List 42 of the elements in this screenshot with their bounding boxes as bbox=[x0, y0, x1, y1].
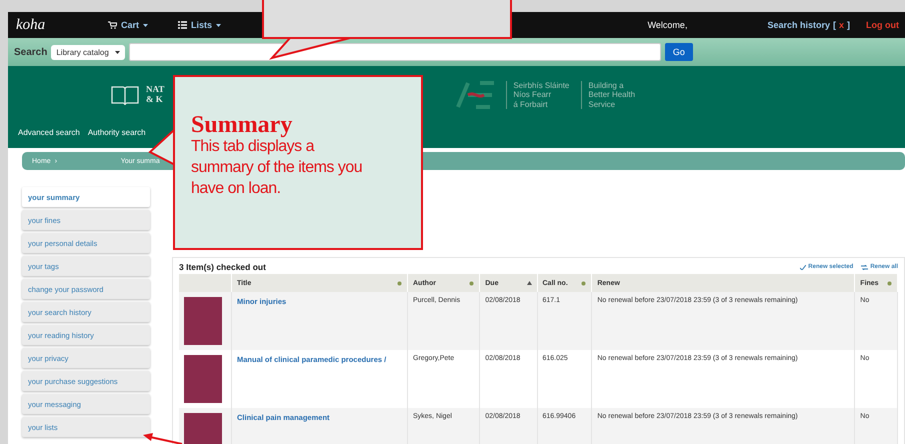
check-icon bbox=[800, 264, 806, 270]
header-link[interactable]: Advanced search bbox=[18, 128, 80, 137]
koha-logo[interactable]: koha bbox=[8, 16, 98, 34]
caret-icon bbox=[216, 24, 222, 26]
welcome-text: Welcome, bbox=[648, 20, 688, 30]
sort-ascending-icon[interactable] bbox=[526, 281, 532, 285]
book-icon bbox=[110, 84, 140, 106]
cover-placeholder bbox=[184, 297, 222, 345]
callout-title: Summary bbox=[191, 113, 294, 137]
checked-out-count: 3 Item(s) checked out bbox=[179, 262, 267, 272]
bracket-text: [ bbox=[832, 20, 836, 30]
library-name: & K bbox=[146, 95, 164, 105]
sort-icon[interactable] bbox=[397, 280, 402, 286]
search-history-link[interactable]: Search history bbox=[767, 20, 830, 30]
list-icon bbox=[178, 21, 187, 29]
scope-select[interactable]: Library catalog bbox=[51, 44, 125, 60]
hse-tagline: Níos Fearr bbox=[513, 90, 552, 100]
callout-text: This tab displays a summary of the items you have on loan. bbox=[191, 138, 363, 199]
caret-icon bbox=[143, 24, 148, 26]
cart-icon bbox=[108, 21, 117, 29]
cover-placeholder bbox=[184, 355, 222, 403]
logout-link[interactable]: Log out bbox=[866, 20, 899, 30]
menu-button[interactable]: Cart bbox=[98, 20, 168, 30]
hse-tagline: Better Health bbox=[588, 90, 636, 100]
clear-history-link[interactable]: x bbox=[838, 20, 844, 30]
bracket-text: ] bbox=[847, 20, 850, 30]
go-button[interactable]: Go bbox=[664, 43, 693, 61]
menu-button[interactable]: Lists bbox=[168, 20, 238, 30]
arrow-line bbox=[143, 433, 182, 444]
search-field[interactable] bbox=[128, 43, 661, 61]
library-name: NAT bbox=[146, 85, 164, 95]
sort-icon[interactable] bbox=[469, 280, 474, 286]
hse-tagline: Service bbox=[588, 100, 616, 109]
hse-tagline: Building a bbox=[588, 81, 625, 90]
search-label: Search bbox=[14, 46, 48, 58]
sort-icon[interactable] bbox=[581, 280, 586, 286]
hse-tagline: Seirbhís Sláinte bbox=[513, 81, 570, 90]
sort-icon[interactable] bbox=[887, 280, 892, 286]
header-link[interactable]: Authority search bbox=[88, 128, 146, 137]
caret-icon bbox=[114, 50, 120, 54]
hse-tagline: á Forbairt bbox=[513, 100, 549, 109]
arrows-icon bbox=[861, 264, 868, 270]
